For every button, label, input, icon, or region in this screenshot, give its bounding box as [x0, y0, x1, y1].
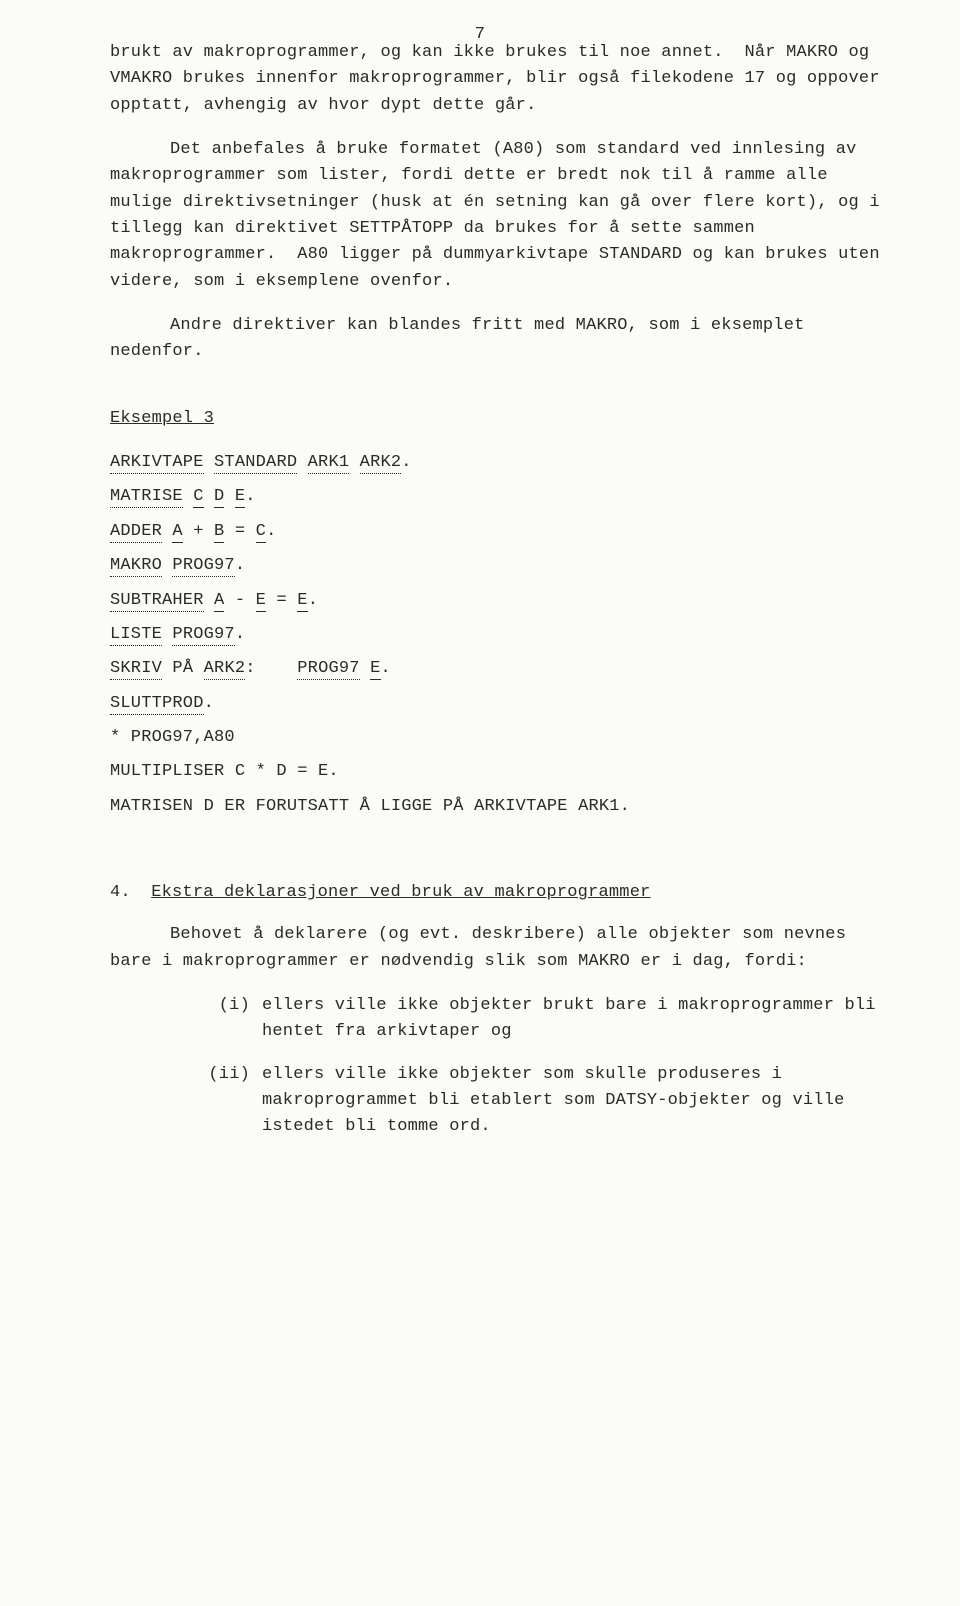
example-line-1: ARKIVTAPE STANDARD ARK1 ARK2.	[110, 450, 880, 476]
list-item: (ii) ellers ville ikke objekter som skul…	[200, 1062, 880, 1141]
example-line-5: SUBTRAHER A - E = E.	[110, 588, 880, 614]
example-block: ARKIVTAPE STANDARD ARK1 ARK2. MATRISE C …	[110, 450, 880, 820]
section-4-list: (i) ellers ville ikke objekter brukt bar…	[110, 993, 880, 1141]
example-line-9: * PROG97,A80	[110, 725, 880, 751]
list-marker-ii: (ii)	[200, 1062, 250, 1141]
list-marker-i: (i)	[200, 993, 250, 1046]
section-4-number: 4.	[110, 883, 131, 902]
example-heading: Eksempel 3	[110, 406, 880, 432]
example-line-7: SKRIV PÅ ARK2: PROG97 E.	[110, 656, 880, 682]
paragraph-3: Andre direktiver kan blandes fritt med M…	[110, 313, 880, 366]
section-4-title: Ekstra deklarasjoner ved bruk av makropr…	[151, 883, 650, 902]
page: 7 brukt av makroprogrammer, og kan ikke …	[0, 0, 960, 1606]
paragraph-1: brukt av makroprogrammer, og kan ikke br…	[110, 40, 880, 119]
list-text-i: ellers ville ikke objekter brukt bare i …	[262, 993, 880, 1046]
example-line-3: ADDER A + B = C.	[110, 519, 880, 545]
example-line-10: MULTIPLISER C * D = E.	[110, 759, 880, 785]
page-number: 7	[475, 22, 485, 48]
paragraph-2: Det anbefales å bruke formatet (A80) som…	[110, 137, 880, 295]
example-line-2: MATRISE C D E.	[110, 484, 880, 510]
section-4-heading: 4. Ekstra deklarasjoner ved bruk av makr…	[110, 880, 880, 906]
example-line-4: MAKRO PROG97.	[110, 553, 880, 579]
section-4-intro: Behovet å deklarere (og evt. deskribere)…	[110, 922, 880, 975]
example-line-11: MATRISEN D ER FORUTSATT Å LIGGE PÅ ARKIV…	[110, 794, 880, 820]
list-text-ii: ellers ville ikke objekter som skulle pr…	[262, 1062, 880, 1141]
example-line-8: SLUTTPROD.	[110, 691, 880, 717]
example-line-6: LISTE PROG97.	[110, 622, 880, 648]
list-item: (i) ellers ville ikke objekter brukt bar…	[200, 993, 880, 1046]
